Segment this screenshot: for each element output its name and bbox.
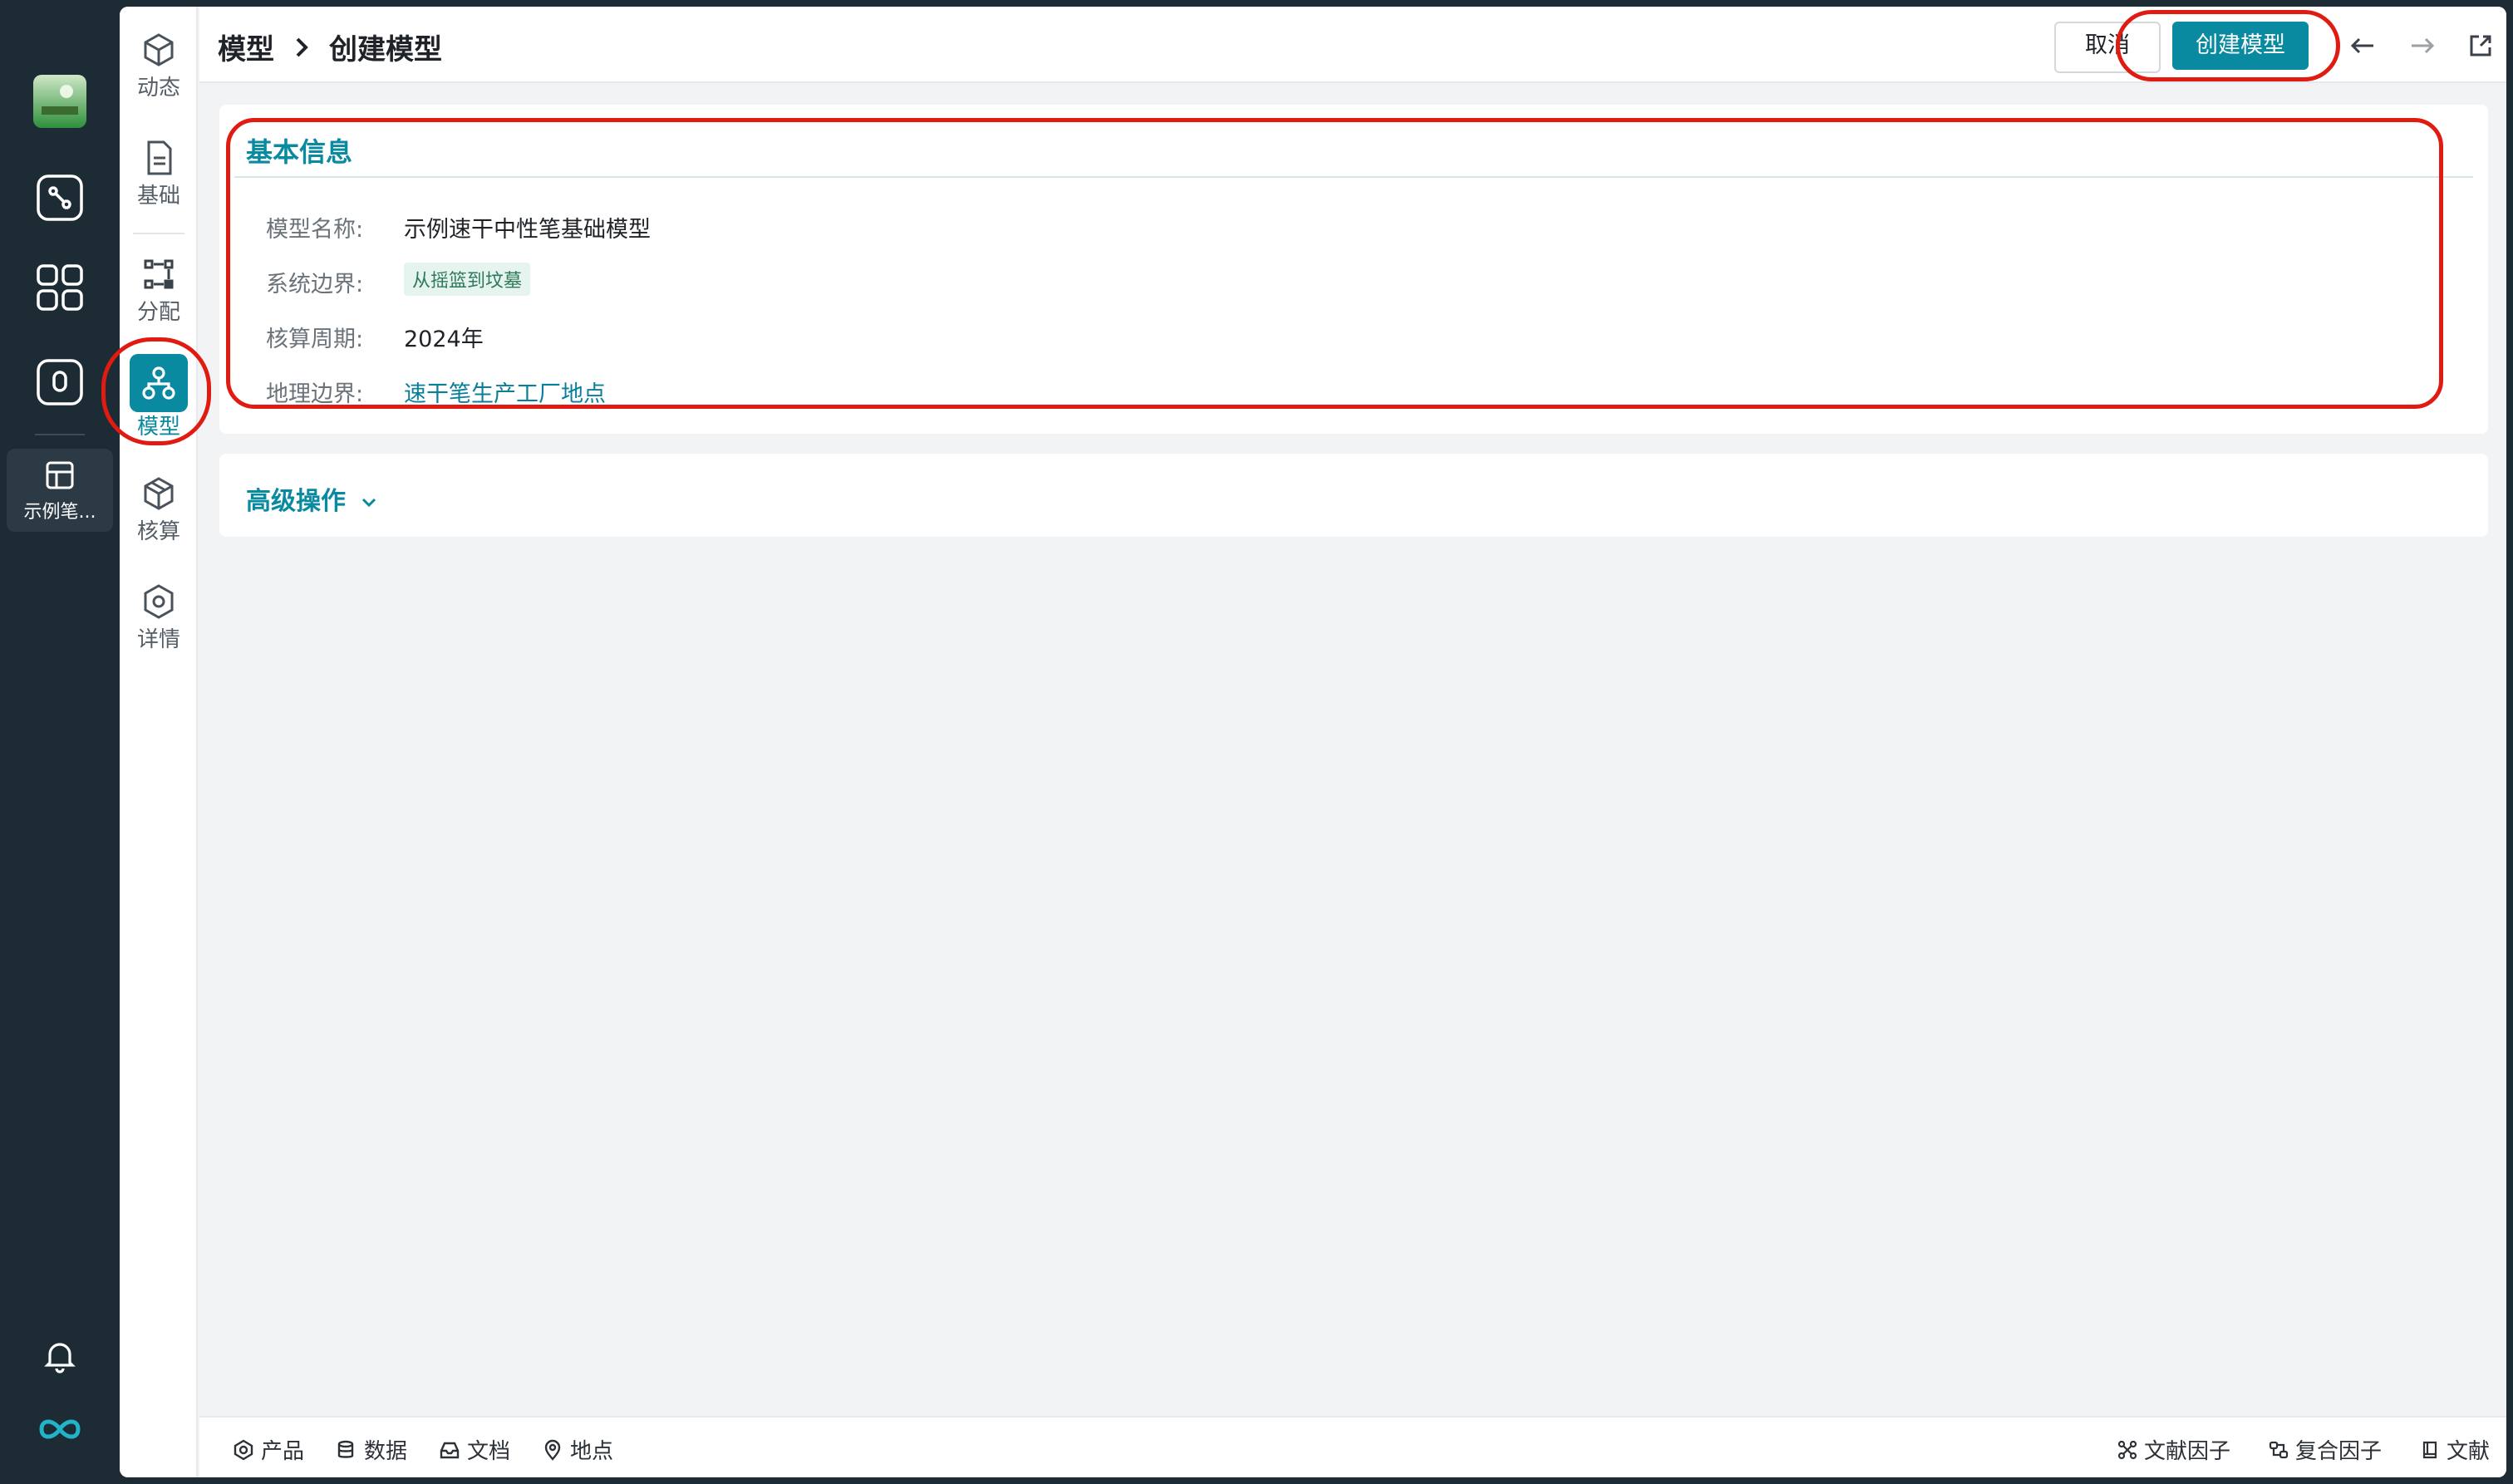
advanced-toggle[interactable]: 高级操作 (246, 480, 377, 517)
nav-label: 动态 (136, 76, 180, 101)
advanced-card: 高级操作 (219, 454, 2488, 537)
rail-project-item[interactable]: 示例笔... (7, 449, 113, 532)
nav-item-allocation[interactable]: 分配 (120, 254, 198, 326)
flow-icon[interactable] (33, 171, 86, 224)
statusbar-label: 地点 (570, 1439, 614, 1464)
pin-icon (544, 1439, 561, 1461)
statusbar-product[interactable]: 产品 (233, 1434, 304, 1465)
statusbar-docs[interactable]: 文档 (439, 1434, 510, 1465)
rail-project-label: 示例笔... (23, 502, 96, 523)
statusbar-label: 数据 (364, 1439, 408, 1464)
hexagon-icon (144, 584, 174, 619)
advanced-label: 高级操作 (246, 487, 346, 516)
section-nav: 动态 基础 分配 模型 核算 详情 (120, 7, 198, 1477)
annotation-model-nav-highlight (101, 337, 211, 445)
nav-label: 分配 (136, 300, 180, 325)
nav-label: 核算 (136, 519, 180, 544)
chevron-right-icon (293, 33, 311, 66)
statusbar-label: 复合因子 (2295, 1439, 2383, 1464)
keyhole-icon[interactable] (33, 356, 86, 409)
allocation-icon (144, 259, 174, 289)
nav-label: 详情 (136, 627, 180, 652)
nav-item-basic[interactable]: 基础 (120, 138, 198, 209)
infinity-logo-icon (33, 1403, 86, 1456)
status-bar: 产品 数据 文档 地点 文献因子 复合因子 文献 元件 (199, 1416, 2506, 1477)
literature-factor-icon (2117, 1440, 2137, 1459)
statusbar-label: 文献 (2447, 1439, 2491, 1464)
cube-icon (144, 33, 174, 66)
statusbar-label: 文献因子 (2144, 1439, 2231, 1464)
breadcrumb: 模型 创建模型 (218, 27, 442, 67)
annotation-basic-info-highlight (226, 118, 2443, 409)
rail-divider (35, 434, 85, 435)
statusbar-data[interactable]: 数据 (336, 1434, 407, 1465)
open-window-icon[interactable] (2461, 27, 2500, 65)
product-icon (234, 1439, 253, 1460)
breadcrumb-parent[interactable]: 模型 (218, 33, 274, 66)
composite-factor-icon (2269, 1441, 2289, 1458)
database-icon (337, 1440, 354, 1458)
statusbar-literature[interactable]: 文献 (2420, 1434, 2490, 1465)
workspace-avatar[interactable] (33, 75, 86, 128)
table-icon (46, 461, 74, 489)
nav-label: 基础 (136, 184, 180, 209)
statusbar-literature-factor[interactable]: 文献因子 (2117, 1434, 2230, 1465)
annotation-create-button-highlight (2116, 10, 2340, 81)
statusbar-location[interactable]: 地点 (542, 1434, 613, 1465)
statusbar-composite-factor[interactable]: 复合因子 (2269, 1434, 2382, 1465)
box-icon (144, 477, 174, 510)
app-rail: 示例笔... (0, 0, 120, 1484)
bell-icon[interactable] (33, 1329, 86, 1383)
chevron-down-icon (362, 498, 376, 507)
inbox-icon (440, 1442, 460, 1458)
back-arrow-icon[interactable] (2343, 27, 2382, 65)
statusbar-label: 文档 (467, 1439, 511, 1464)
nav-item-dynamic[interactable]: 动态 (120, 30, 198, 101)
nav-item-accounting[interactable]: 核算 (120, 474, 198, 545)
document-icon (147, 140, 172, 175)
nav-divider (133, 233, 184, 234)
nav-item-detail[interactable]: 详情 (120, 582, 198, 653)
statusbar-label: 产品 (261, 1439, 305, 1464)
breadcrumb-current: 创建模型 (329, 33, 442, 66)
apps-grid-icon[interactable] (33, 261, 86, 314)
book-icon (2422, 1441, 2437, 1458)
forward-arrow-icon[interactable] (2403, 27, 2442, 65)
